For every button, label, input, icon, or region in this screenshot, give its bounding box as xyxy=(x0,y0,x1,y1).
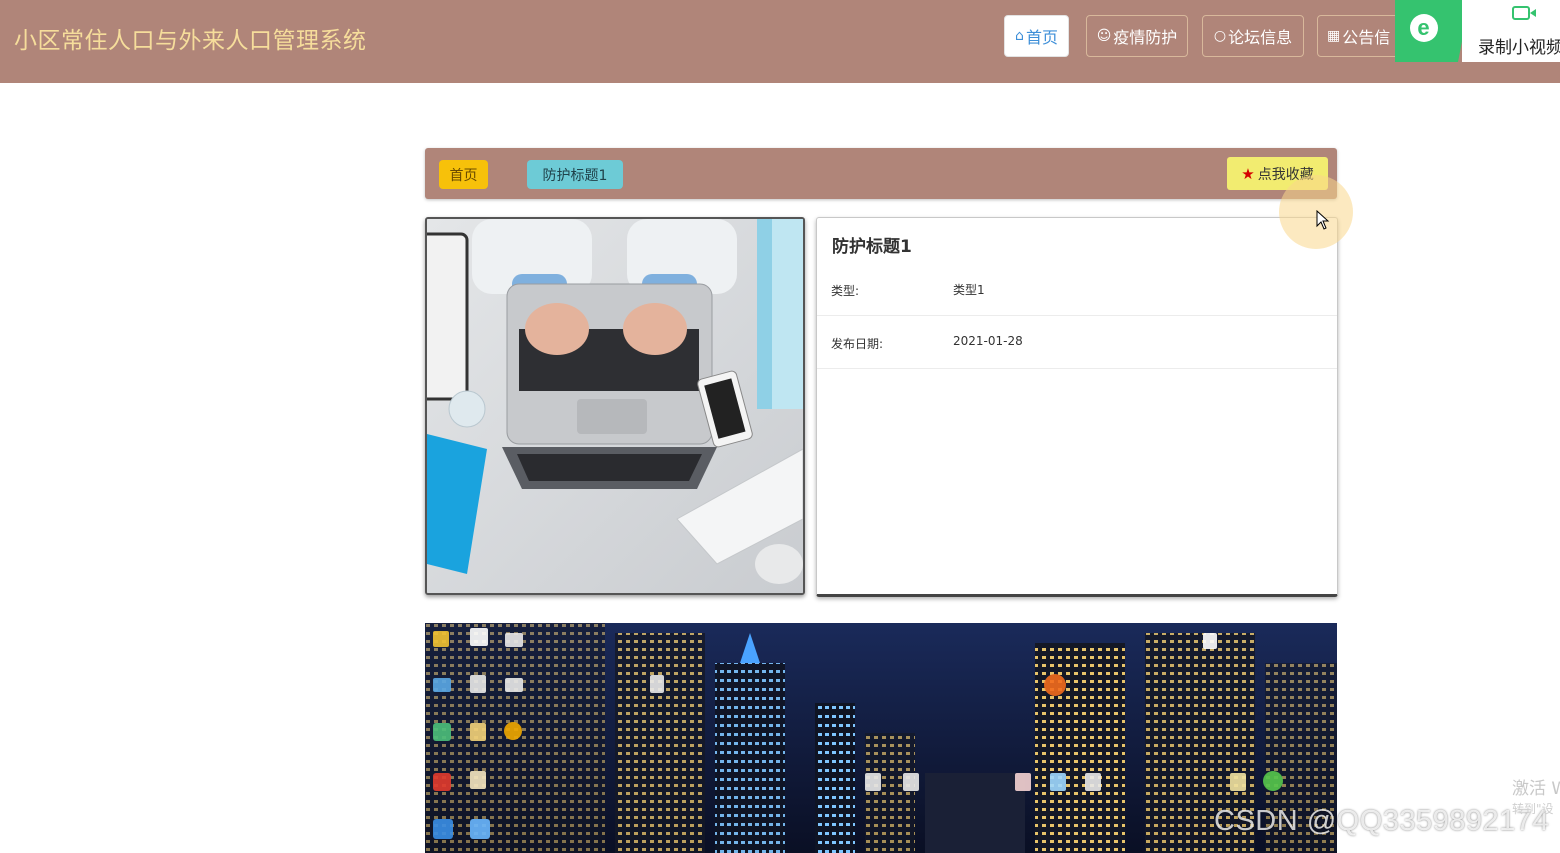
article-image xyxy=(425,217,805,595)
browser-logo-badge[interactable]: e xyxy=(1395,0,1470,62)
mouse-pointer-icon xyxy=(1316,209,1330,234)
circle-icon: ○ xyxy=(1213,28,1227,44)
detail-key: 类型: xyxy=(831,284,860,298)
windows-activate-subtext: 转到"设 xyxy=(1512,802,1554,816)
city-night-wallpaper xyxy=(425,623,1337,853)
csdn-watermark: CSDN @QQ3359892174 xyxy=(1214,805,1550,837)
detail-key: 发布日期: xyxy=(831,337,884,351)
laptop-desk-photo xyxy=(427,219,803,593)
nav-forum-button[interactable]: ○ 论坛信息 xyxy=(1202,15,1304,57)
nav-home-button[interactable]: ⌂ 首页 xyxy=(1004,15,1069,57)
top-navbar: 小区常住人口与外来人口管理系统 ⌂ 首页 ☺ 疫情防护 ○ 论坛信息 ▦ 公告信 xyxy=(0,0,1560,83)
detail-card: 防护标题1 类型: 类型1 发布日期: 2021-01-28 xyxy=(816,217,1338,597)
detail-value: 2021-01-28 xyxy=(953,334,1023,348)
detail-value: 类型1 xyxy=(953,283,985,297)
site-title: 小区常住人口与外来人口管理系统 xyxy=(14,28,367,54)
star-icon: ★ xyxy=(1241,164,1255,183)
desktop-screenshot-image xyxy=(425,623,1337,853)
nav-epidemic-button[interactable]: ☺ 疫情防护 xyxy=(1086,15,1188,57)
nav-forum-label: 论坛信息 xyxy=(1228,28,1293,47)
video-camera-icon xyxy=(1512,6,1536,20)
nav-epidemic-label: 疫情防护 xyxy=(1113,28,1178,47)
detail-row-type: 类型: 类型1 xyxy=(817,262,1337,316)
face-icon: ☺ xyxy=(1096,28,1112,44)
breadcrumb-home[interactable]: 首页 xyxy=(439,160,488,189)
detail-row-date: 发布日期: 2021-01-28 xyxy=(817,315,1337,369)
record-video-label: 录制小视频 xyxy=(1478,38,1560,58)
grid-icon: ▦ xyxy=(1327,28,1341,44)
breadcrumb-current: 防护标题1 xyxy=(527,160,623,189)
home-icon: ⌂ xyxy=(1015,28,1024,44)
nav-notice-label: 公告信 xyxy=(1342,28,1391,47)
breadcrumb-bar: 首页 防护标题1 ★ 点我收藏 xyxy=(425,148,1337,199)
nav-home-label: 首页 xyxy=(1025,28,1058,47)
detail-title: 防护标题1 xyxy=(832,237,912,257)
browser-e-icon: e xyxy=(1409,14,1438,42)
windows-activate-watermark: 激活 W xyxy=(1512,779,1560,799)
record-video-widget[interactable]: 录制小视频 xyxy=(1462,0,1560,62)
